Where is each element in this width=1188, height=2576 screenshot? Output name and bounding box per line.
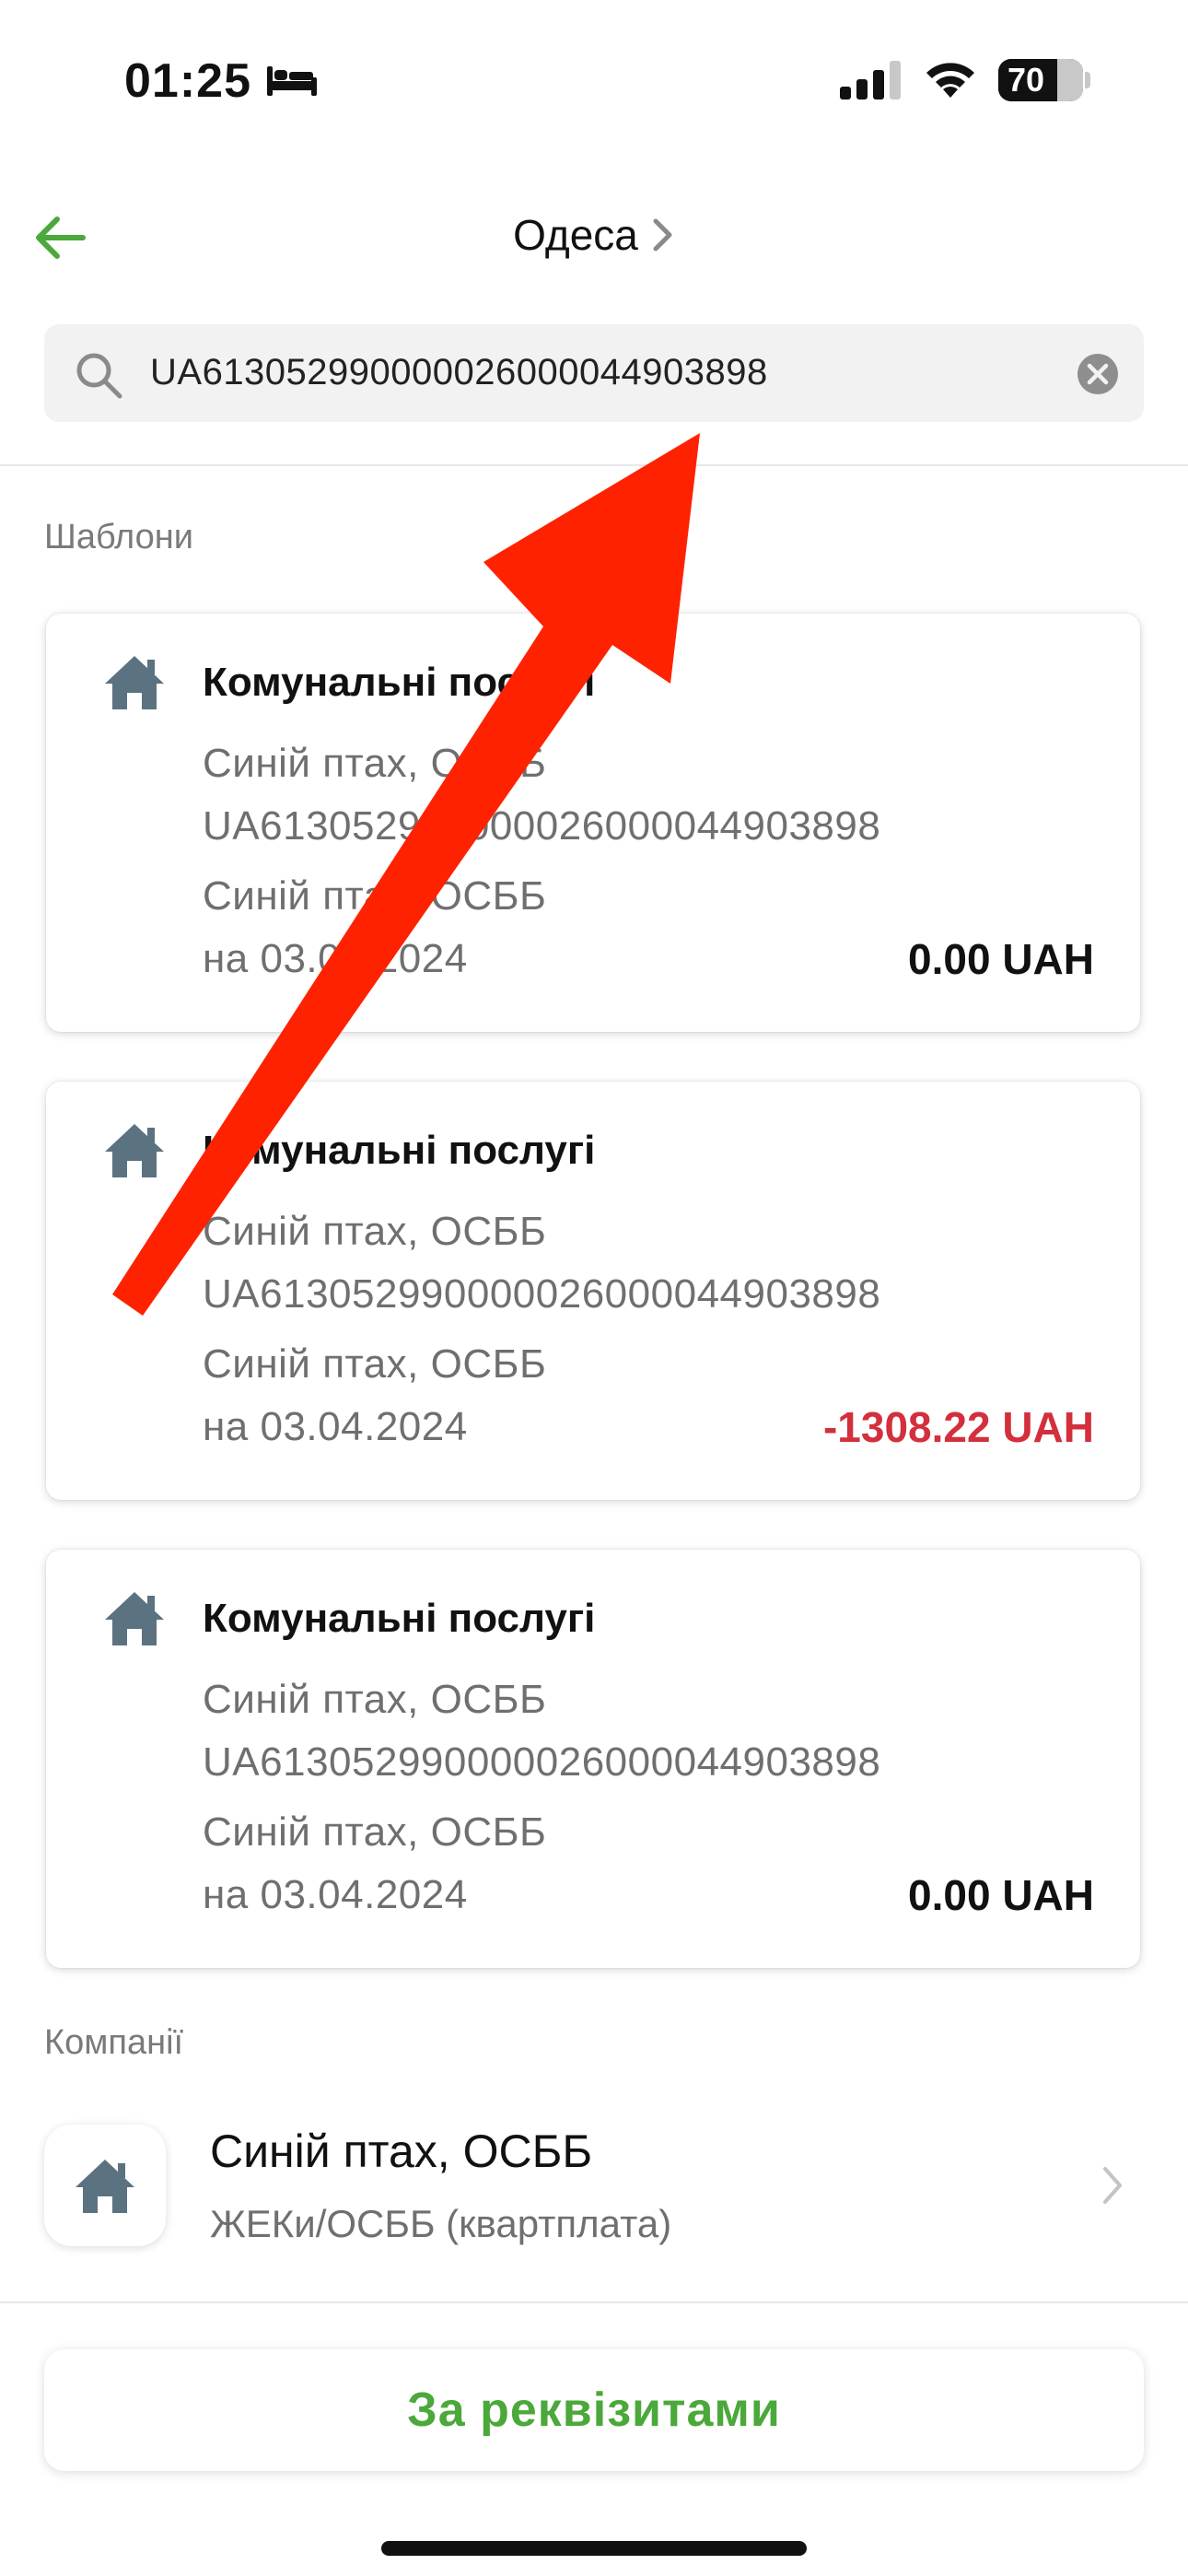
by-details-button[interactable]: За реквізитами bbox=[44, 2349, 1144, 2471]
bed-icon bbox=[267, 66, 317, 96]
clear-icon[interactable] bbox=[1076, 352, 1120, 396]
company-name[interactable]: Синій птах, ОСББ bbox=[210, 2125, 592, 2178]
header-title-row[interactable]: Одеса bbox=[0, 210, 1188, 260]
template-recipient: Синій птах, ОСББ bbox=[203, 1209, 547, 1254]
home-icon bbox=[105, 1592, 164, 1645]
company-avatar[interactable] bbox=[44, 2125, 166, 2246]
template-card[interactable]: Комунальні послугі Синій птах, ОСББ UA61… bbox=[46, 1550, 1140, 1968]
section-label-templates: Шаблони bbox=[44, 518, 193, 556]
template-iban: UA613052990000026000044903898 bbox=[203, 1739, 881, 1785]
signal-icon bbox=[840, 61, 901, 100]
template-company: Синій птах, ОСББ bbox=[203, 1341, 547, 1387]
home-icon bbox=[105, 656, 164, 709]
template-company: Синій птах, ОСББ bbox=[203, 1809, 547, 1855]
battery-level: 70 bbox=[1007, 61, 1045, 99]
template-recipient: Синій птах, ОСББ bbox=[203, 741, 547, 786]
home-icon bbox=[76, 2160, 134, 2213]
template-card[interactable]: Комунальні послугі Синій птах, ОСББ UA61… bbox=[46, 614, 1140, 1032]
template-amount: -1308.22 UAH bbox=[822, 1403, 1094, 1451]
search-input[interactable]: UA613052990000026000044903898 bbox=[150, 352, 768, 393]
template-date: на 03.04.2024 bbox=[203, 1404, 468, 1449]
chevron-right-icon bbox=[653, 218, 672, 252]
template-title: Комунальні послугі bbox=[203, 660, 596, 705]
template-date: на 03.04.2024 bbox=[203, 1872, 468, 1917]
home-indicator bbox=[381, 2541, 807, 2556]
chevron-right-icon[interactable] bbox=[1101, 2165, 1124, 2206]
template-recipient: Синій птах, ОСББ bbox=[203, 1677, 547, 1722]
page-title: Одеса bbox=[513, 211, 638, 259]
template-title: Комунальні послугі bbox=[203, 1596, 596, 1641]
template-company: Синій птах, ОСББ bbox=[203, 873, 547, 919]
status-time: 01:25 bbox=[124, 54, 251, 108]
template-iban: UA613052990000026000044903898 bbox=[203, 803, 881, 849]
battery-tip bbox=[1085, 72, 1090, 88]
divider bbox=[0, 464, 1188, 466]
template-amount: 0.00 UAH bbox=[908, 935, 1094, 983]
home-icon bbox=[105, 1124, 164, 1177]
company-category: ЖЕКи/ОСББ (квартплата) bbox=[210, 2202, 672, 2245]
template-card[interactable]: Комунальні послугі Синій птах, ОСББ UA61… bbox=[46, 1082, 1140, 1500]
section-label-companies: Компанії bbox=[44, 2023, 184, 2062]
search-icon bbox=[76, 353, 122, 399]
by-details-label: За реквізитами bbox=[407, 2383, 781, 2437]
battery-indicator: 70 bbox=[998, 59, 1083, 101]
template-iban: UA613052990000026000044903898 bbox=[203, 1271, 881, 1317]
template-date: на 03.04.2024 bbox=[203, 936, 468, 981]
search-field[interactable]: UA613052990000026000044903898 bbox=[44, 324, 1144, 422]
template-title: Комунальні послугі bbox=[203, 1128, 596, 1173]
divider bbox=[0, 2301, 1188, 2303]
template-amount: 0.00 UAH bbox=[908, 1871, 1094, 1919]
wifi-icon bbox=[926, 63, 974, 98]
